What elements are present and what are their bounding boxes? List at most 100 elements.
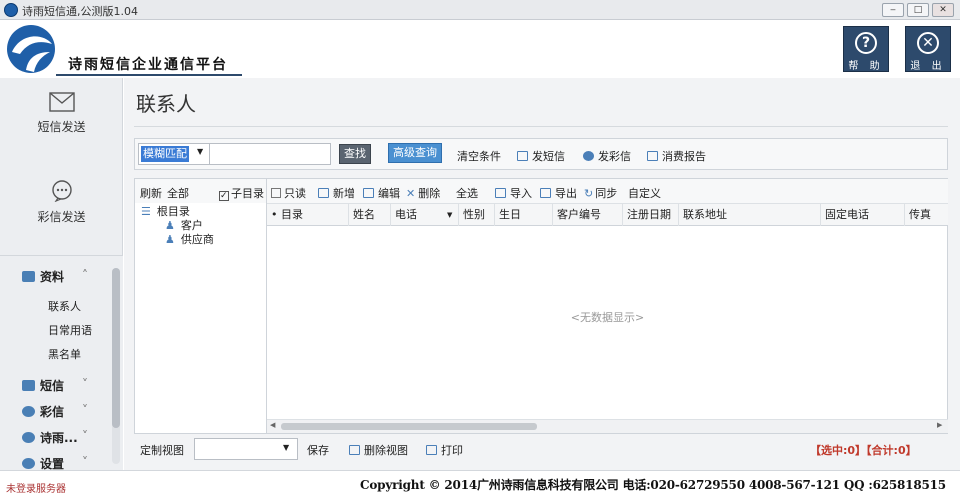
customize-button[interactable]: 自定义 xyxy=(628,185,661,201)
readonly-label: 只读 xyxy=(284,187,306,200)
wechat-icon xyxy=(22,406,35,417)
send-sms-button[interactable]: 发短信 xyxy=(517,148,565,164)
import-button[interactable]: 导入 xyxy=(495,185,532,201)
col-landline[interactable]: 固定电话 xyxy=(821,204,905,226)
edit-label: 编辑 xyxy=(378,187,400,200)
exit-button[interactable]: ✕ 退 出 xyxy=(905,26,951,72)
subdir-label: 子目录 xyxy=(231,187,264,200)
all-button[interactable]: 全部 xyxy=(167,185,189,201)
delete-view-button[interactable]: 删除视图 xyxy=(349,442,408,458)
document-icon xyxy=(349,445,360,455)
subdir-checkbox[interactable]: ✓ 子目录 xyxy=(219,185,264,201)
col-birthday[interactable]: 生日 xyxy=(495,204,553,226)
view-toolbar: 定制视图 ▼ 保存 删除视图 打印 【选中:0】【合计:0】 xyxy=(124,436,960,470)
grid-hscrollbar[interactable]: ◀ ▶ xyxy=(267,419,948,433)
directory-tree-panel: 刷新 全部 ✓ 子目录 ☰ 根目录 ♟ 客户 ♟ 供应商 xyxy=(134,178,267,434)
sidebar-item-phrases[interactable]: 日常用语 xyxy=(48,322,92,338)
delete-button[interactable]: ✕ 删除 xyxy=(406,185,440,201)
list-icon: ☰ xyxy=(141,205,151,218)
help-label: 帮 助 xyxy=(848,61,884,72)
chevron-down-icon: ˅ xyxy=(82,455,88,469)
brand-underline xyxy=(56,74,242,76)
app-icon xyxy=(4,3,18,17)
col-name[interactable]: 姓名 xyxy=(349,204,391,226)
add-button[interactable]: 新增 xyxy=(318,185,355,201)
accordion-data[interactable]: 资料 ˄ xyxy=(22,268,88,285)
nav-sms-send[interactable]: 短信发送 xyxy=(0,92,123,135)
scroll-left-icon[interactable]: ◀ xyxy=(270,421,275,429)
tree-node-suppliers-label: 供应商 xyxy=(180,233,214,246)
send-mms-label: 发彩信 xyxy=(598,150,631,163)
readonly-checkbox[interactable]: 只读 xyxy=(271,185,306,201)
custom-view-label: 定制视图 xyxy=(140,444,184,457)
select-all-button[interactable]: 全选 xyxy=(456,185,478,201)
edit-icon xyxy=(363,188,374,198)
chevron-down-icon: ˅ xyxy=(82,429,88,443)
delete-label: 删除 xyxy=(418,187,441,200)
send-mms-button[interactable]: 发彩信 xyxy=(583,148,631,164)
save-view-button[interactable]: 保存 xyxy=(307,442,329,458)
sidebar-scrollbar[interactable] xyxy=(112,268,120,464)
custom-view-select[interactable]: ▼ xyxy=(194,438,298,460)
close-button[interactable]: ✕ xyxy=(932,3,954,17)
scroll-right-icon[interactable]: ▶ xyxy=(937,421,942,429)
import-icon xyxy=(495,188,506,198)
accordion-sms[interactable]: 短信 ˅ xyxy=(22,377,88,394)
clear-conditions-button[interactable]: 清空条件 xyxy=(457,148,501,164)
col-phone[interactable]: 电话 ▼ xyxy=(391,204,459,226)
close-icon: ✕ xyxy=(406,187,416,200)
search-toolbar: 模糊匹配 ▼ 查找 高级查询 清空条件 发短信 发彩信 消费报告 xyxy=(134,138,948,170)
chevron-down-icon: ˅ xyxy=(82,377,88,391)
export-button[interactable]: 导出 xyxy=(540,185,577,201)
refresh-button[interactable]: 刷新 xyxy=(140,185,162,201)
col-customer-no[interactable]: 客户编号 xyxy=(553,204,623,226)
sort-down-icon: ▼ xyxy=(447,211,453,219)
printer-icon xyxy=(426,445,437,455)
checkbox-icon xyxy=(271,188,281,198)
scrollbar-thumb[interactable] xyxy=(112,268,120,428)
nav-mms-send[interactable]: 彩信发送 xyxy=(0,180,123,225)
edit-button[interactable]: 编辑 xyxy=(363,185,400,201)
sidebar-item-blacklist[interactable]: 黑名单 xyxy=(48,346,81,362)
chat-bubble-icon xyxy=(583,151,594,161)
nav-sms-send-label: 短信发送 xyxy=(37,120,86,134)
sync-button[interactable]: ↻ 同步 xyxy=(584,185,617,201)
brand-title: 诗雨短信企业通信平台 xyxy=(68,57,228,73)
usage-report-button[interactable]: 消费报告 xyxy=(647,148,706,164)
server-status: 未登录服务器 xyxy=(6,484,66,495)
scrollbar-thumb[interactable] xyxy=(281,423,537,430)
question-icon: ? xyxy=(855,32,877,54)
match-mode-select[interactable]: 模糊匹配 ▼ xyxy=(138,143,210,165)
selection-counter: 【选中:0】【合计:0】 xyxy=(810,444,917,457)
col-register-date[interactable]: 注册日期 xyxy=(623,204,679,226)
search-input[interactable] xyxy=(209,143,331,165)
col-directory[interactable]: • 目录 xyxy=(267,204,349,226)
export-label: 导出 xyxy=(555,187,577,200)
sidebar-item-contacts[interactable]: 联系人 xyxy=(48,298,81,314)
app-header: 诗雨短信企业通信平台 ? 帮 助 ✕ 退 出 xyxy=(0,20,960,78)
col-address[interactable]: 联系地址 xyxy=(679,204,821,226)
status-footer: 未登录服务器 Copyright © 2014广州诗雨信息科技有限公司 电话:0… xyxy=(0,470,960,499)
maximize-button[interactable]: □ xyxy=(907,3,929,17)
import-label: 导入 xyxy=(510,187,532,200)
tree-node-suppliers[interactable]: ♟ 供应商 xyxy=(165,231,214,247)
print-label: 打印 xyxy=(441,444,463,457)
document-icon xyxy=(647,151,658,161)
usage-report-label: 消费报告 xyxy=(662,150,706,163)
accordion-shiyu[interactable]: 诗雨... ˅ xyxy=(22,429,88,446)
col-gender[interactable]: 性别 xyxy=(459,204,495,226)
logo xyxy=(6,24,56,74)
accordion-mms[interactable]: 彩信 ˅ xyxy=(22,403,88,420)
grid-toolbar: 只读 新增 编辑 ✕ 删除 全选 导入 导出 ↻ 同步 自定义 xyxy=(267,179,948,204)
col-fax[interactable]: 传真 xyxy=(905,204,948,226)
advanced-search-button[interactable]: 高级查询 xyxy=(388,143,442,163)
chat-bubble-icon xyxy=(51,180,72,202)
envelope-icon xyxy=(48,92,75,112)
print-button[interactable]: 打印 xyxy=(426,442,463,458)
accordion-shiyu-label: 诗雨... xyxy=(40,431,78,445)
window-title: 诗雨短信通,公测版1.04 xyxy=(22,5,138,18)
find-button[interactable]: 查找 xyxy=(339,144,371,164)
accordion-panel: 资料 ˄ 联系人 日常用语 黑名单 短信 ˅ 彩信 ˅ 诗雨... ˅ 设置 ˅ xyxy=(0,255,123,471)
minimize-button[interactable]: ‒ xyxy=(882,3,904,17)
help-button[interactable]: ? 帮 助 xyxy=(843,26,889,72)
